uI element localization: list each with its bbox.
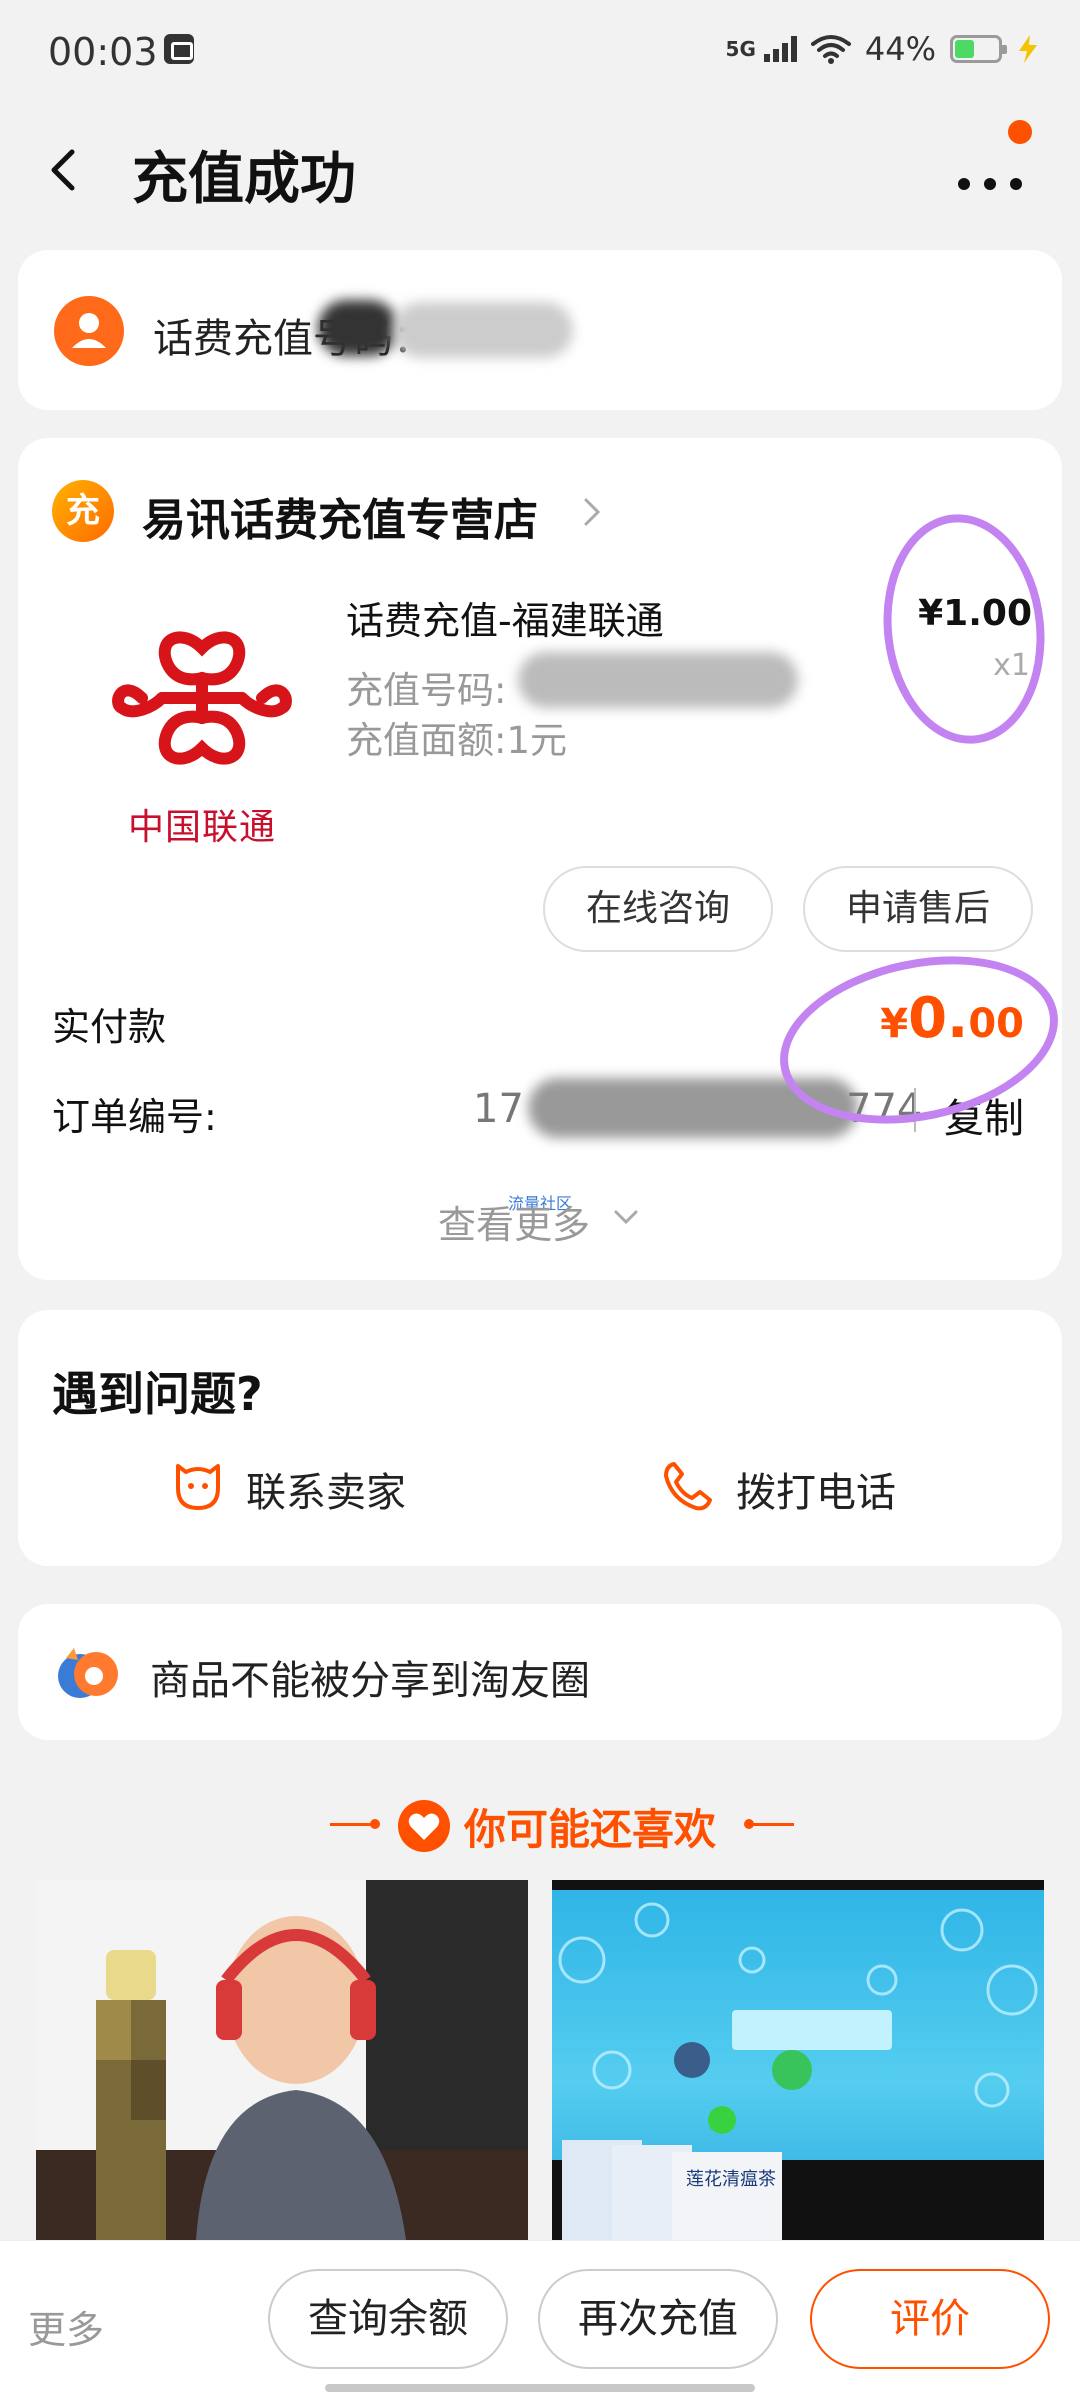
- recommend-title: 你可能还喜欢: [464, 1805, 717, 1854]
- status-time: 00:03: [48, 30, 158, 74]
- recommend-product-image-1[interactable]: [36, 1880, 528, 2240]
- logo-text: 中国联通: [127, 807, 276, 848]
- more-icon[interactable]: [952, 152, 1032, 202]
- status-indicators: 5G 44%: [726, 30, 1040, 68]
- order-card: 充 易讯话费充值专营店 中国联通 话费充值-福建联通 充值号码: 充值面额:1元…: [18, 438, 1074, 1280]
- product-box-text: 莲花清瘟茶: [686, 2169, 776, 2190]
- page-title: 充值成功: [132, 147, 356, 212]
- recommend-heading: 你可能还喜欢: [0, 1790, 1080, 1860]
- back-arrow-icon[interactable]: [40, 140, 90, 200]
- heart-icon: [398, 1800, 450, 1852]
- order-number-label: 订单编号:: [52, 1095, 217, 1139]
- problem-title: 遇到问题?: [52, 1367, 263, 1421]
- recharge-again-button[interactable]: 再次充值: [538, 2269, 778, 2369]
- shop-icon: 充: [52, 480, 114, 542]
- more-button[interactable]: 更多: [28, 2299, 104, 2354]
- battery-fill: [955, 40, 975, 58]
- contact-seller-button[interactable]: 联系卖家: [246, 1460, 406, 1518]
- battery-icon: [950, 35, 1007, 63]
- redacted-recharge-number: [518, 652, 798, 708]
- header: 充值成功: [0, 110, 1080, 230]
- unicom-knot-icon: [112, 631, 292, 765]
- online-consult-button[interactable]: 在线咨询: [543, 866, 773, 952]
- share-notice-text: 商品不能被分享到淘友圈: [150, 1658, 590, 1704]
- divider: [330, 1819, 380, 1829]
- review-button[interactable]: 评价: [810, 2269, 1050, 2369]
- bottom-action-bar: 更多 查询余额 再次充值 评价: [0, 2240, 1080, 2400]
- molecule-ad-image: 莲花清瘟茶: [552, 1902, 1044, 2240]
- view-more-button[interactable]: 查看更多: [438, 1194, 590, 1249]
- notification-badge: [1008, 120, 1032, 144]
- shop-name[interactable]: 易讯话费充值专营店: [142, 484, 538, 548]
- status-bar: 00:03 5G 44%: [0, 0, 1080, 100]
- product-title: 话费充值-福建联通: [346, 599, 664, 643]
- chevron-down-icon[interactable]: [612, 1208, 640, 1228]
- paid-amount-label: 实付款: [52, 1005, 167, 1049]
- share-notice-card: 商品不能被分享到淘友圈: [18, 1604, 1062, 1740]
- problem-card: 遇到问题? 联系卖家 拨打电话: [18, 1310, 1062, 1566]
- after-sale-button[interactable]: 申请售后: [803, 866, 1033, 952]
- network-type: 5G: [725, 37, 756, 61]
- china-unicom-logo: 中国联通: [62, 608, 342, 858]
- redacted-phone-number: [318, 300, 398, 356]
- order-number-prefix: 17: [473, 1086, 524, 1132]
- recharge-phone-card: 话费充值号码：: [18, 250, 1062, 410]
- battery-percent: 44%: [864, 30, 936, 68]
- check-balance-button[interactable]: 查询余额: [268, 2269, 508, 2369]
- taoyou-circle-icon: [58, 1648, 118, 1698]
- gallery-icon: [164, 34, 194, 64]
- divider: [744, 1819, 794, 1829]
- chevron-right-icon[interactable]: [580, 492, 604, 532]
- chat-face-icon[interactable]: [168, 1458, 228, 1514]
- recharge-number: 充值号码:: [346, 669, 507, 712]
- boy-headphones-image: [36, 1880, 528, 2240]
- recharge-amount: 充值面额:1元: [346, 719, 568, 762]
- recommend-product-image-2[interactable]: 莲花清瘟茶: [552, 1880, 1044, 2240]
- signal-icon: [763, 36, 797, 62]
- home-indicator[interactable]: [325, 2384, 755, 2392]
- price-annotation-circle: [872, 506, 1056, 752]
- user-icon: [54, 296, 124, 366]
- wifi-icon: [810, 35, 851, 64]
- call-phone-button[interactable]: 拨打电话: [736, 1460, 896, 1518]
- phone-icon[interactable]: [658, 1456, 718, 1516]
- redacted-phone-number-rest: [393, 302, 573, 358]
- charging-icon: [1019, 35, 1037, 63]
